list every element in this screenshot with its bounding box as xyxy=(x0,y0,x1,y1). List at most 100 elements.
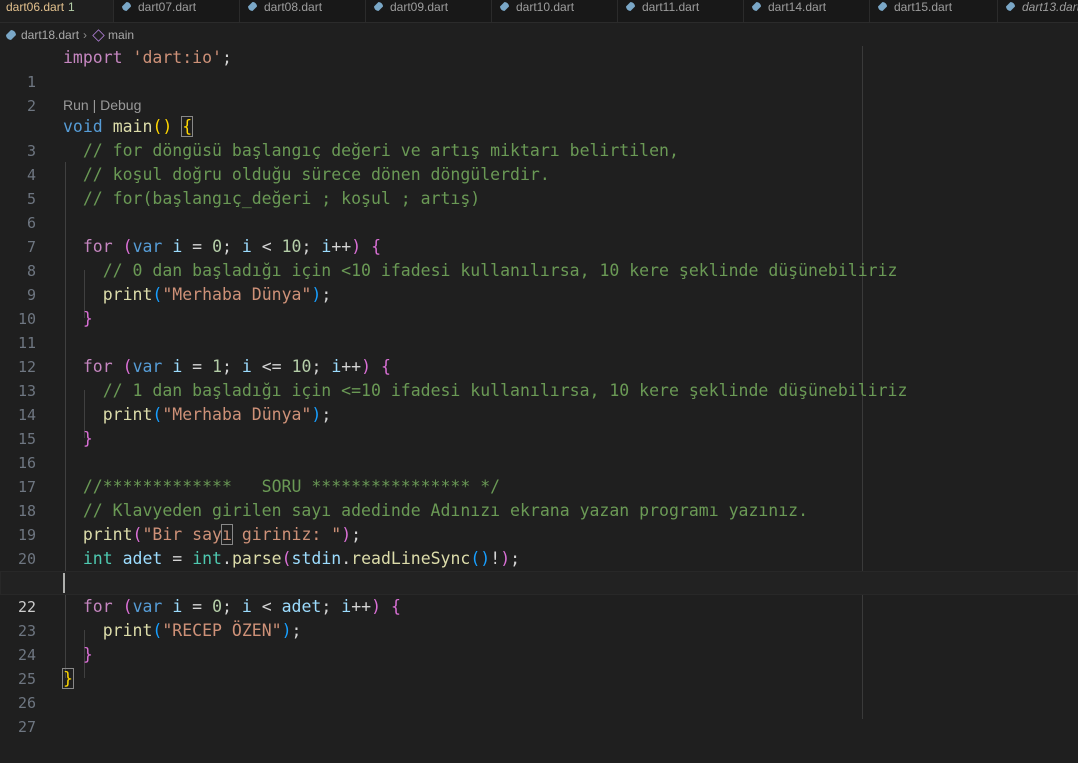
code-token: { xyxy=(371,237,381,256)
code-token: = xyxy=(162,549,193,568)
tab-label: dart06.dart xyxy=(6,0,65,14)
tab-label: dart07.dart xyxy=(138,0,197,14)
code-token: for xyxy=(82,357,113,376)
code-token: ; xyxy=(311,357,332,376)
comment: // 0 dan başladığı için <10 ifadesi kull… xyxy=(102,261,898,280)
code-token: { xyxy=(381,357,391,376)
dart-file-icon xyxy=(374,2,383,11)
code-token: ; xyxy=(321,285,332,304)
code-line: 8 for (var i = 0; i < 10; i++) { xyxy=(0,235,1078,280)
tab-label: dart08.dart xyxy=(264,0,323,14)
code-token: ; xyxy=(321,597,342,616)
code-token: . xyxy=(222,549,232,568)
code-token: print xyxy=(82,525,133,544)
code-token: 0 xyxy=(212,597,222,616)
current-line: 22 xyxy=(0,571,1078,616)
code-line: 18 //************* SORU ****************… xyxy=(0,475,1078,520)
code-token: ; xyxy=(222,357,242,376)
code-token: "Bir say xyxy=(142,525,222,544)
code-token: 0 xyxy=(212,237,222,256)
tab-dart13[interactable]: dart13.dart xyxy=(998,0,1078,22)
code-line: 10 print("Merhaba Dünya"); xyxy=(0,283,1078,328)
code-line: 20 print("Bir sayı giriniz: "); xyxy=(0,523,1078,568)
code-token: print xyxy=(102,405,153,424)
comment: // koşul doğru olduğu sürece dönen döngü… xyxy=(82,165,550,184)
code-token: { xyxy=(181,116,194,137)
code-token: . xyxy=(341,549,352,568)
code-token: 10 xyxy=(281,237,302,256)
code-token: main xyxy=(112,117,153,136)
code-token: ; xyxy=(301,237,322,256)
dart-file-icon xyxy=(626,2,635,11)
code-line: 13 for (var i = 1; i <= 10; i++) { xyxy=(0,355,1078,400)
code-token: i xyxy=(331,357,342,376)
tab-label: dart15.dart xyxy=(894,0,953,14)
comment: // for döngüsü başlangıç değeri ve artış… xyxy=(82,141,679,160)
tab-dart14[interactable]: dart14.dart xyxy=(744,0,870,22)
code-token: int xyxy=(192,549,222,568)
code-token: ; xyxy=(321,405,332,424)
code-token: } xyxy=(82,429,93,448)
run-debug-codelens[interactable]: Run | Debug xyxy=(63,93,141,117)
code-token: ; xyxy=(351,525,362,544)
code-token: ; xyxy=(291,621,302,640)
code-token: ; xyxy=(222,597,242,616)
breadcrumb: dart18.dart › main xyxy=(0,24,1078,46)
comment: //************* SORU **************** */ xyxy=(82,477,501,496)
code-line: 15 print("Merhaba Dünya"); xyxy=(0,403,1078,448)
code-line: 14 // 1 dan başladığı için <=10 ifadesi … xyxy=(0,379,1078,424)
tab-dart08[interactable]: dart08.dart xyxy=(240,0,366,22)
code-token: ! xyxy=(490,549,501,568)
tab-label: dart11.dart xyxy=(642,0,700,14)
code-token: "Merhaba Dünya" xyxy=(162,405,312,424)
comment: // Klavyeden girilen sayı adedinde Adını… xyxy=(82,501,809,520)
code-token: var xyxy=(132,597,163,616)
code-token: { xyxy=(390,597,401,616)
code-token: ; xyxy=(510,549,521,568)
code-token: stdin xyxy=(291,549,342,568)
code-token: i xyxy=(172,357,183,376)
code-token: i xyxy=(172,597,183,616)
tab-dart09[interactable]: dart09.dart xyxy=(366,0,492,22)
code-token: import xyxy=(63,48,123,67)
code-token: ı xyxy=(220,524,233,545)
code-editor[interactable]: 1 import 'dart:io'; 2 Run | Debug 3 void… xyxy=(0,46,1078,736)
tab-dart06[interactable]: dart06.dart 1 xyxy=(0,0,114,22)
code-line: 25 } xyxy=(0,643,1078,688)
dart-file-icon xyxy=(878,2,887,11)
code-token: for xyxy=(82,237,113,256)
code-line: 1 import 'dart:io'; xyxy=(0,46,1078,91)
code-line: 27 xyxy=(0,691,1078,736)
tab-dart11[interactable]: dart11.dart xyxy=(618,0,744,22)
tab-dart10[interactable]: dart10.dart xyxy=(492,0,618,22)
code-token: i xyxy=(172,237,183,256)
code-token: } xyxy=(62,668,74,689)
comment: // for(başlangıç_değeri ; koşul ; artış) xyxy=(82,189,481,208)
code-line: 7 xyxy=(0,211,1078,256)
code-token: i xyxy=(321,237,332,256)
code-line: 26 } xyxy=(0,667,1078,712)
tab-dart07[interactable]: dart07.dart xyxy=(114,0,240,22)
code-token: for xyxy=(82,597,113,616)
code-token: ++ xyxy=(331,237,352,256)
code-token: = xyxy=(182,597,213,616)
code-line: 23 for (var i = 0; i < adet; i++) { xyxy=(0,595,1078,640)
symbol-method-icon xyxy=(92,28,105,42)
dart-file-icon xyxy=(122,2,131,11)
code-token: ; xyxy=(221,48,232,67)
code-token: = xyxy=(182,237,213,256)
code-token: ( xyxy=(152,117,163,136)
code-line: 4 // for döngüsü başlangıç değeri ve art… xyxy=(0,139,1078,184)
code-token: "Merhaba Dünya" xyxy=(162,285,312,304)
code-token: i xyxy=(241,597,252,616)
code-token: var xyxy=(132,357,163,376)
tab-dart15[interactable]: dart15.dart xyxy=(870,0,998,22)
code-token: 10 xyxy=(291,357,312,376)
code-token: < xyxy=(251,237,282,256)
code-line: 9 // 0 dan başladığı için <10 ifadesi ku… xyxy=(0,259,1078,304)
code-token: giriniz: " xyxy=(231,525,342,544)
code-line: 2 xyxy=(0,70,1078,115)
tab-label: dart14.dart xyxy=(768,0,827,14)
breadcrumb-file[interactable]: dart18.dart xyxy=(21,28,79,42)
breadcrumb-symbol[interactable]: main xyxy=(108,28,134,42)
